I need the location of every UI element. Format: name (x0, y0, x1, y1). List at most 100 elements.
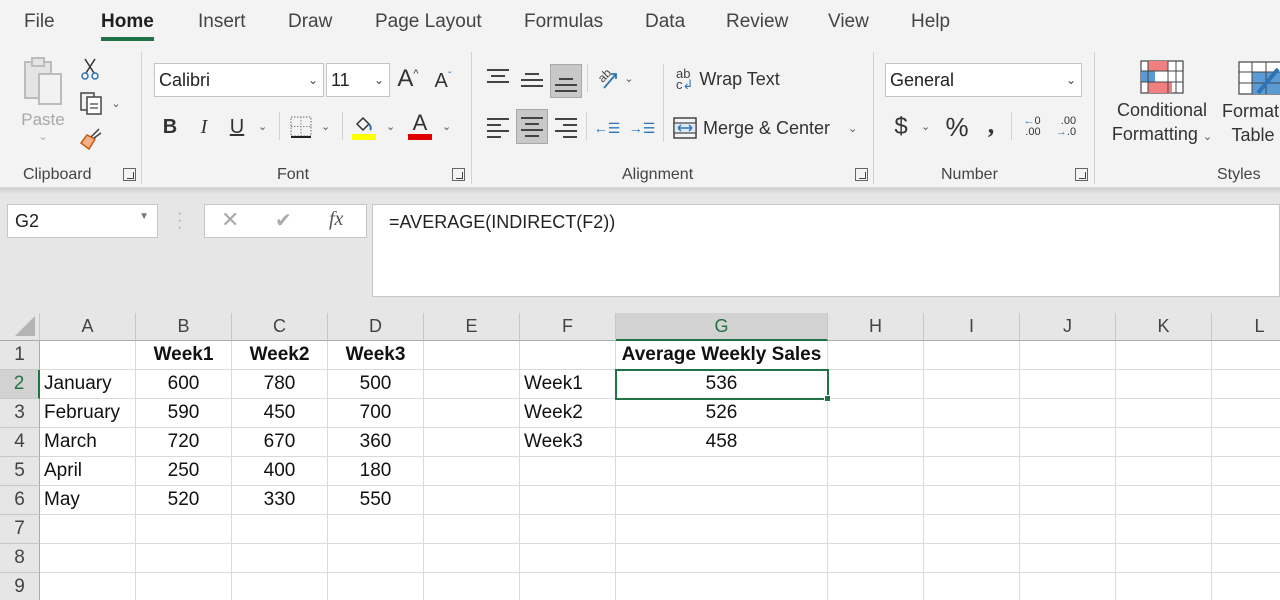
conditional-formatting-button[interactable]: Conditional Formatting ⌄ (1106, 56, 1218, 152)
cell-e5[interactable] (424, 457, 520, 486)
underline-chevron-icon[interactable]: ⌄ (258, 120, 267, 133)
cell-i3[interactable] (924, 399, 1020, 428)
cell-e6[interactable] (424, 486, 520, 515)
cell-h4[interactable] (828, 428, 924, 457)
column-header-i[interactable]: I (924, 313, 1020, 341)
currency-button[interactable]: $ (890, 112, 912, 142)
decrease-decimal-button[interactable]: .00 →.0 (1052, 112, 1080, 142)
cell-a5[interactable]: April (40, 457, 136, 486)
cell-h3[interactable] (828, 399, 924, 428)
fill-color-button[interactable] (350, 112, 378, 142)
cell-j3[interactable] (1020, 399, 1116, 428)
cell-c1[interactable]: Week2 (232, 341, 328, 370)
cell-j1[interactable] (1020, 341, 1116, 370)
cell-l4[interactable] (1212, 428, 1280, 457)
tab-draw[interactable]: Draw (288, 11, 332, 33)
cell-e9[interactable] (424, 573, 520, 600)
format-as-table-button[interactable]: Format Table (1220, 56, 1280, 152)
cell-l1[interactable] (1212, 341, 1280, 370)
cell-l3[interactable] (1212, 399, 1280, 428)
column-header-k[interactable]: K (1116, 313, 1212, 341)
increase-indent-button[interactable]: →☰ (628, 114, 656, 142)
wrap-text-button[interactable]: ab c↲ Wrap Text (676, 67, 780, 91)
cell-a4[interactable]: March (40, 428, 136, 457)
italic-button[interactable]: I (193, 112, 215, 142)
tab-home[interactable]: Home (101, 11, 154, 41)
cell-i2[interactable] (924, 370, 1020, 399)
align-center-button[interactable] (516, 109, 548, 144)
cell-f6[interactable] (520, 486, 616, 515)
cell-j9[interactable] (1020, 573, 1116, 600)
row-header-5[interactable]: 5 (0, 457, 40, 486)
paste-button[interactable]: Paste ⌄ (18, 54, 68, 144)
cell-k1[interactable] (1116, 341, 1212, 370)
fill-handle[interactable] (824, 395, 831, 402)
increase-decimal-button[interactable]: ←0.00 (1018, 112, 1046, 142)
tab-file[interactable]: File (24, 11, 55, 33)
cell-c6[interactable]: 330 (232, 486, 328, 515)
cell-g8[interactable] (616, 544, 828, 573)
cell-l6[interactable] (1212, 486, 1280, 515)
align-left-button[interactable] (484, 114, 512, 142)
cell-d2[interactable]: 500 (328, 370, 424, 399)
align-right-button[interactable] (552, 114, 580, 142)
cell-i9[interactable] (924, 573, 1020, 600)
number-format-select[interactable]: General ⌄ (885, 63, 1082, 97)
cell-g3[interactable]: 526 (616, 399, 828, 428)
cell-c5[interactable]: 400 (232, 457, 328, 486)
cell-h8[interactable] (828, 544, 924, 573)
font-dialog-launcher[interactable] (452, 168, 465, 181)
cell-k8[interactable] (1116, 544, 1212, 573)
font-family-select[interactable]: Calibri ⌄ (154, 63, 324, 97)
cell-a3[interactable]: February (40, 399, 136, 428)
cell-j8[interactable] (1020, 544, 1116, 573)
cell-f3[interactable]: Week2 (520, 399, 616, 428)
cell-k3[interactable] (1116, 399, 1212, 428)
fill-color-chevron-icon[interactable]: ⌄ (386, 120, 395, 133)
cell-a1[interactable] (40, 341, 136, 370)
cell-k7[interactable] (1116, 515, 1212, 544)
cell-c3[interactable]: 450 (232, 399, 328, 428)
cell-c8[interactable] (232, 544, 328, 573)
tab-insert[interactable]: Insert (198, 11, 246, 33)
cell-c7[interactable] (232, 515, 328, 544)
middle-align-button[interactable] (518, 66, 546, 94)
row-header-3[interactable]: 3 (0, 399, 40, 428)
cell-d8[interactable] (328, 544, 424, 573)
currency-chevron-icon[interactable]: ⌄ (921, 120, 930, 133)
cell-g5[interactable] (616, 457, 828, 486)
formula-bar-resize-handle[interactable]: · · · (177, 206, 182, 236)
decrease-indent-button[interactable]: ←☰ (593, 114, 621, 142)
alignment-dialog-launcher[interactable] (855, 168, 868, 181)
row-header-7[interactable]: 7 (0, 515, 40, 544)
cell-b3[interactable]: 590 (136, 399, 232, 428)
cell-l9[interactable] (1212, 573, 1280, 600)
name-box-dropdown-icon[interactable]: ▼ (139, 211, 149, 222)
cell-k6[interactable] (1116, 486, 1212, 515)
tab-data[interactable]: Data (645, 11, 685, 33)
column-header-l[interactable]: L (1212, 313, 1280, 341)
cut-button[interactable] (78, 56, 102, 82)
row-header-8[interactable]: 8 (0, 544, 40, 573)
cell-i6[interactable] (924, 486, 1020, 515)
cell-k5[interactable] (1116, 457, 1212, 486)
font-size-select[interactable]: 11 ⌄ (326, 63, 390, 97)
tab-review[interactable]: Review (726, 11, 788, 33)
cell-f2[interactable]: Week1 (520, 370, 616, 399)
cell-d5[interactable]: 180 (328, 457, 424, 486)
top-align-button[interactable] (484, 62, 512, 90)
tab-view[interactable]: View (828, 11, 869, 33)
cell-g6[interactable] (616, 486, 828, 515)
cell-a8[interactable] (40, 544, 136, 573)
name-box[interactable]: G2 ▼ (7, 204, 158, 238)
cell-d1[interactable]: Week3 (328, 341, 424, 370)
cell-b2[interactable]: 600 (136, 370, 232, 399)
cell-i1[interactable] (924, 341, 1020, 370)
cell-k9[interactable] (1116, 573, 1212, 600)
cell-d9[interactable] (328, 573, 424, 600)
column-header-g[interactable]: G (616, 313, 828, 341)
cell-i4[interactable] (924, 428, 1020, 457)
cell-j2[interactable] (1020, 370, 1116, 399)
cell-b9[interactable] (136, 573, 232, 600)
cell-e4[interactable] (424, 428, 520, 457)
